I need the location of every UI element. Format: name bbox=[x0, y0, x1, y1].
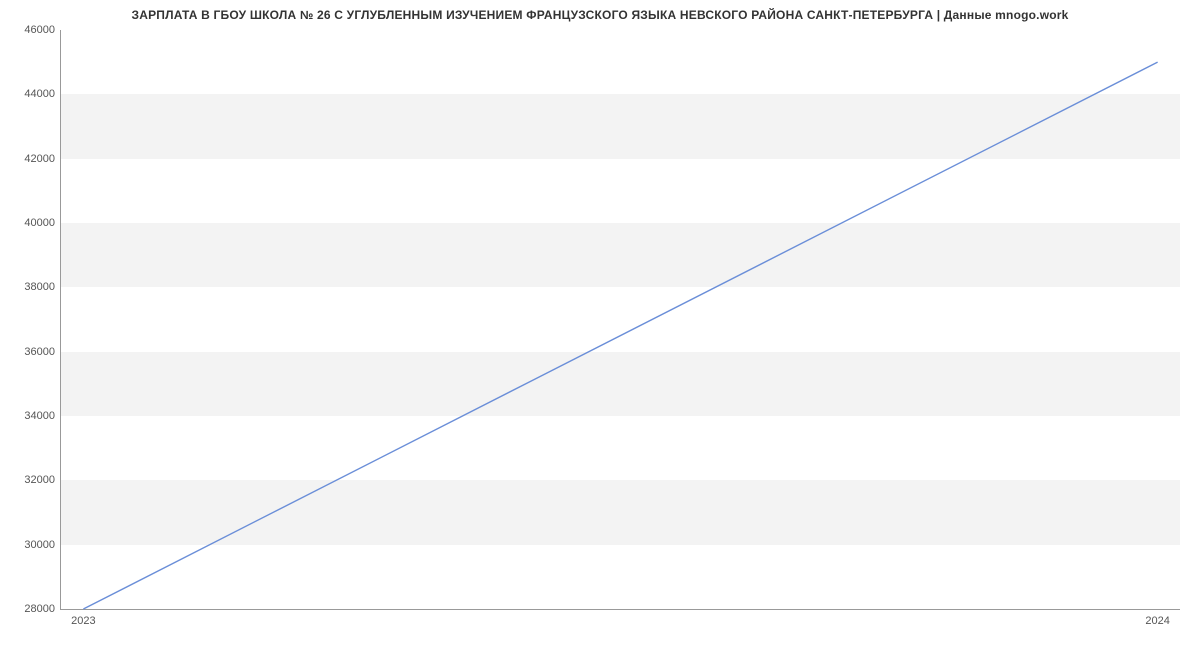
y-tick-label: 42000 bbox=[24, 153, 61, 165]
y-tick-label: 46000 bbox=[24, 24, 61, 36]
y-tick-label: 30000 bbox=[24, 539, 61, 551]
x-tick-label: 2024 bbox=[1145, 609, 1169, 627]
x-tick-label: 2023 bbox=[71, 609, 95, 627]
y-tick-label: 32000 bbox=[24, 474, 61, 486]
data-line bbox=[83, 62, 1157, 609]
y-tick-label: 38000 bbox=[24, 281, 61, 293]
line-layer bbox=[61, 30, 1180, 609]
y-tick-label: 34000 bbox=[24, 410, 61, 422]
chart-container: ЗАРПЛАТА В ГБОУ ШКОЛА № 26 С УГЛУБЛЕННЫМ… bbox=[0, 0, 1200, 650]
y-tick-label: 28000 bbox=[24, 603, 61, 615]
y-tick-label: 36000 bbox=[24, 346, 61, 358]
plot-area: 2800030000320003400036000380004000042000… bbox=[60, 30, 1180, 610]
chart-title: ЗАРПЛАТА В ГБОУ ШКОЛА № 26 С УГЛУБЛЕННЫМ… bbox=[0, 0, 1200, 22]
y-tick-label: 44000 bbox=[24, 88, 61, 100]
y-tick-label: 40000 bbox=[24, 217, 61, 229]
